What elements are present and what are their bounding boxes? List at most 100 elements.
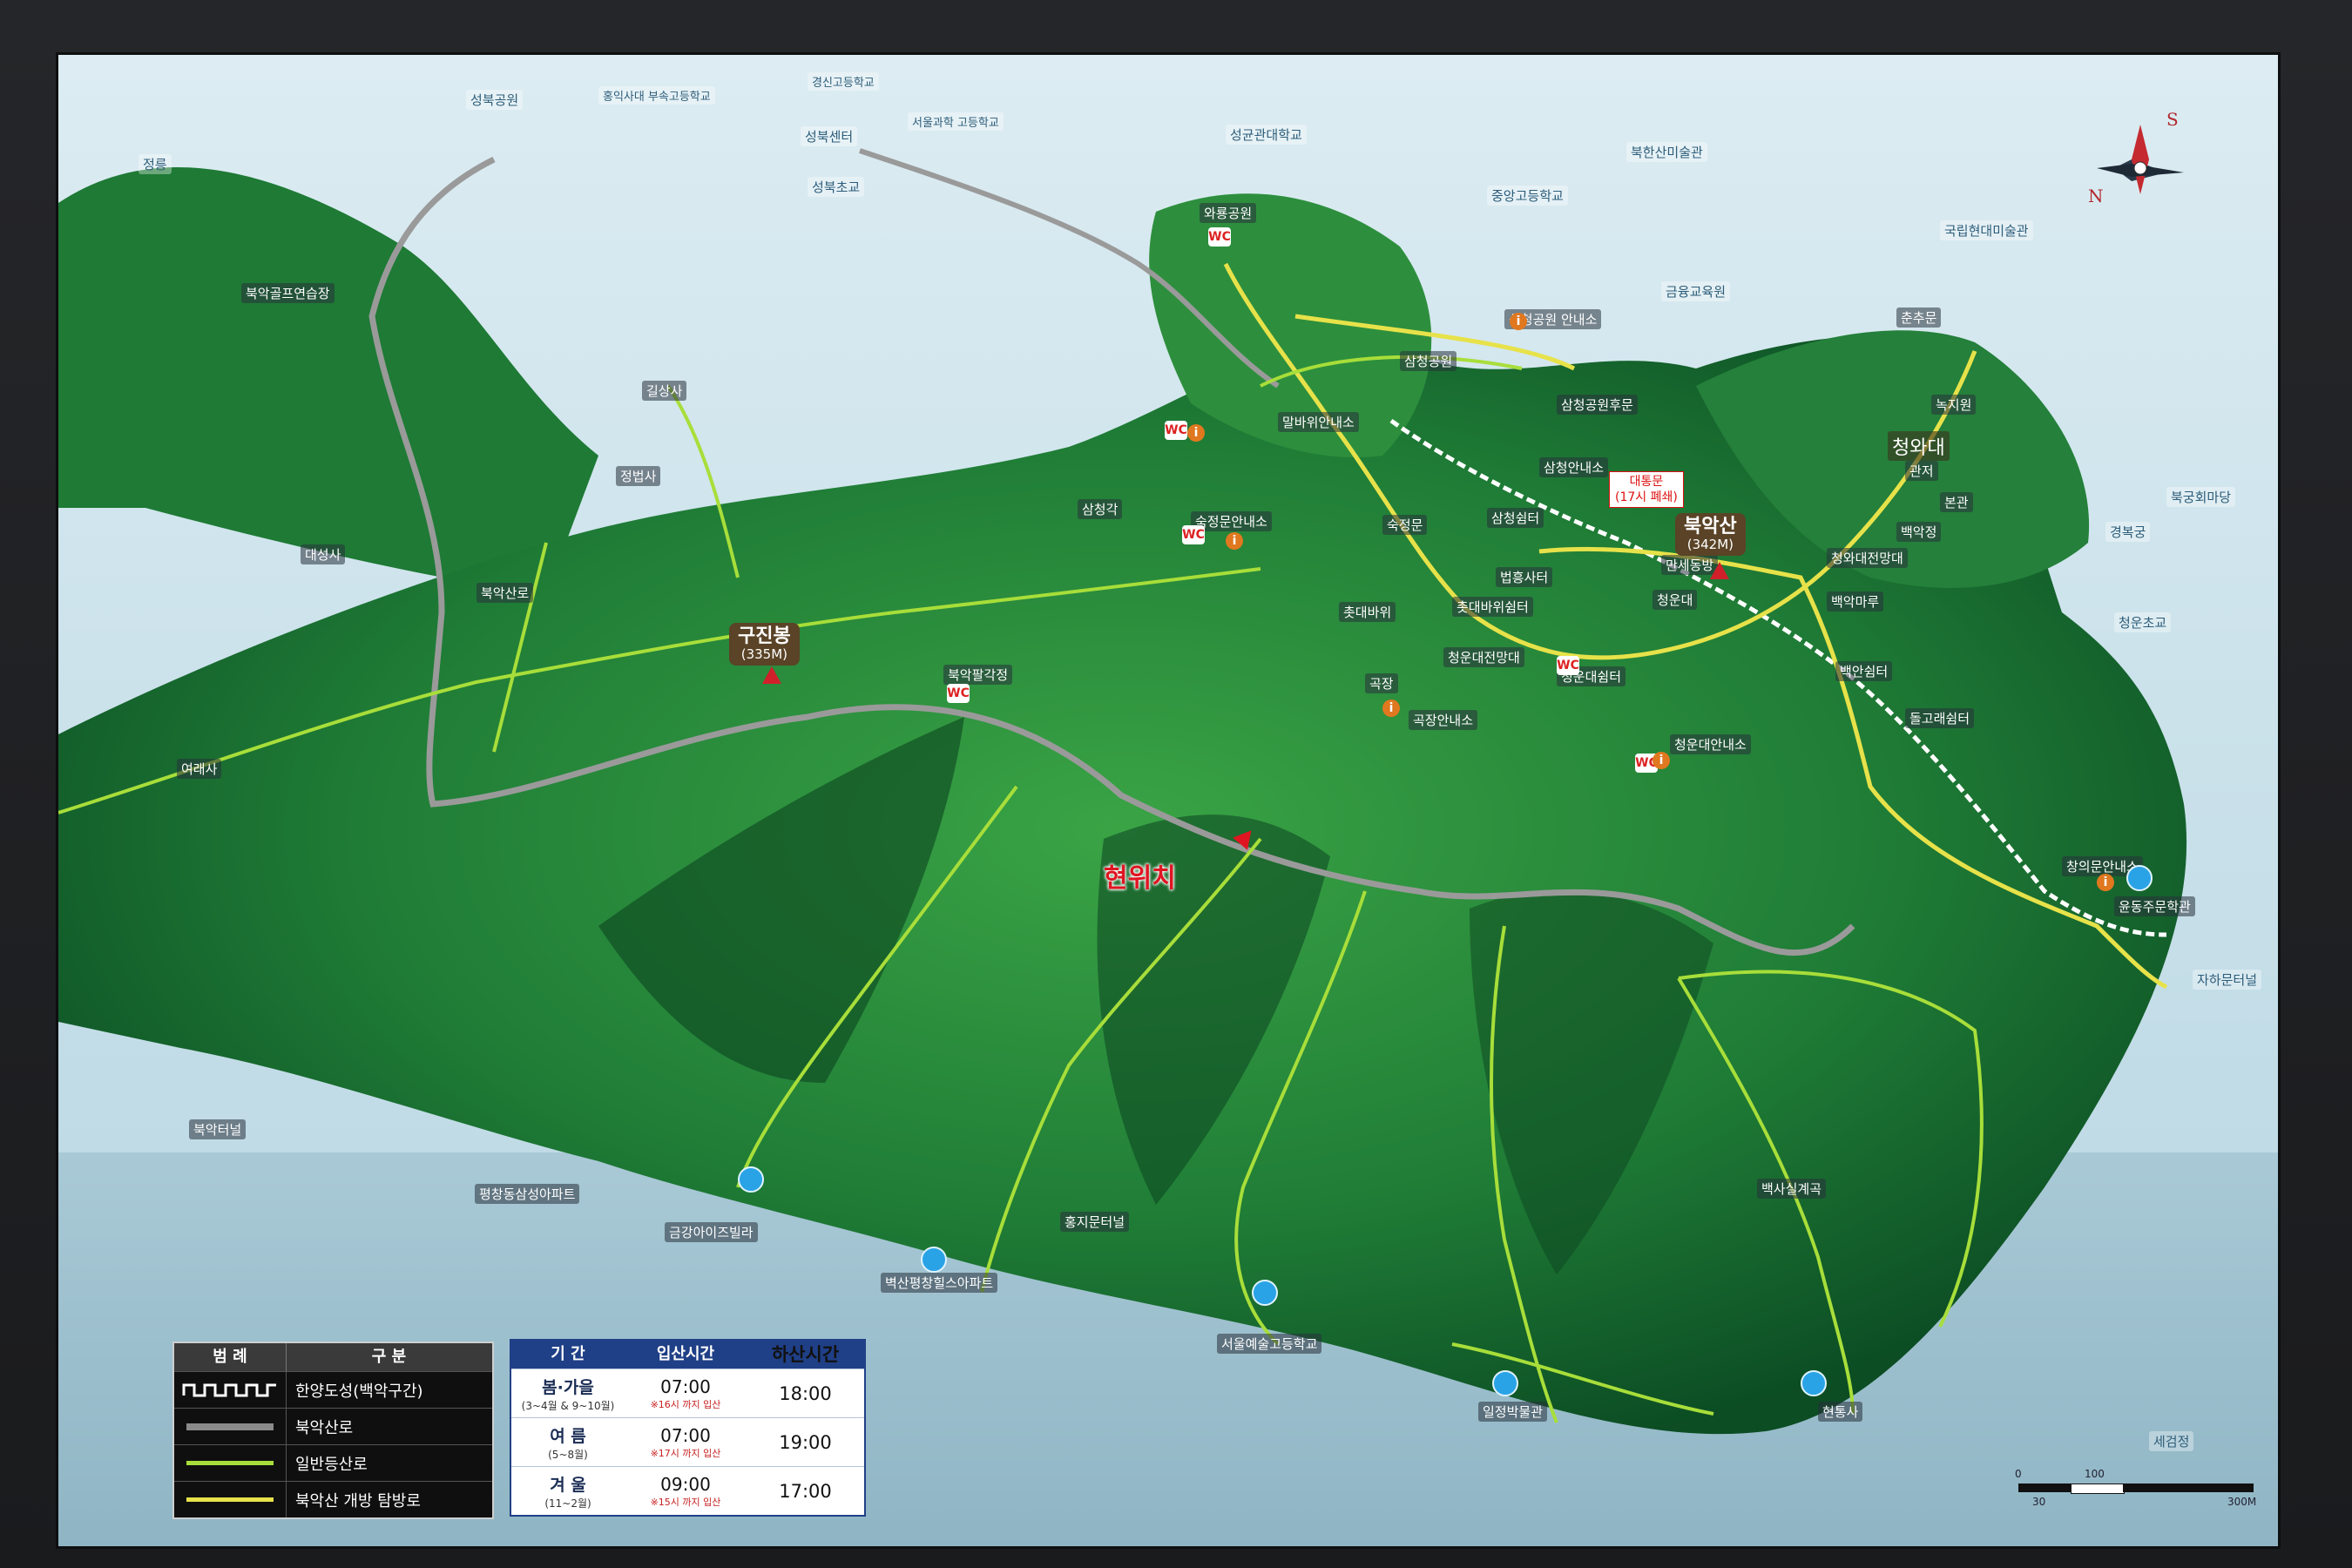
season-name: 여 름 xyxy=(550,1426,586,1446)
label-bukaksanro: 북악산로 xyxy=(476,583,534,603)
label-gyeongsin: 경신고등학교 xyxy=(808,72,879,91)
label-samcheong-anne: 삼청안내소 xyxy=(1539,457,1609,477)
label-gwanjeo: 관저 xyxy=(1905,461,1938,481)
label-gakjeong-info: 곡장안내소 xyxy=(1409,710,1478,730)
restroom-icon: WC xyxy=(1182,525,1205,544)
hours-header: 기 간 입산시간 하산시간 xyxy=(511,1341,864,1369)
peak-gujinbong: 구진봉 (335M) xyxy=(729,623,800,666)
peak-bugaksan: 북악산 (342M) xyxy=(1675,513,1746,556)
label-gyeongbokgung-west: 북궁회마당 xyxy=(2166,487,2236,507)
hours-header-period: 기 간 xyxy=(551,1345,585,1363)
info-icon: i xyxy=(1382,700,1400,717)
label-sejong: 세검정 xyxy=(2149,1431,2194,1451)
closed-gate-name: 대통문 xyxy=(1629,475,1664,489)
legend-row-trail: 일반등산로 xyxy=(174,1444,492,1481)
legend-label-wall: 한양도성(백악구간) xyxy=(295,1382,423,1401)
info-icon: i xyxy=(2097,874,2114,891)
label-yeoraesa: 여래사 xyxy=(177,759,222,779)
entry-note: ※15시 까지 입산 xyxy=(650,1496,721,1508)
gate-byeoksan xyxy=(921,1247,947,1273)
label-samcheong-gate: 삼청공원후문 xyxy=(1557,395,1638,415)
restroom-icon: WC xyxy=(1165,421,1187,440)
label-hongji-tunnel: 홍지문터널 xyxy=(1060,1212,1130,1232)
label-baeksasil: 백사실계곡 xyxy=(1757,1179,1827,1199)
legend-row-wall: 한양도성(백악구간) xyxy=(174,1371,492,1408)
exit-time: 19:00 xyxy=(779,1431,832,1453)
legend-header: 범 례 구 분 xyxy=(174,1343,492,1371)
restroom-icon: WC xyxy=(947,684,970,703)
entry-time: 07:00 xyxy=(660,1375,711,1397)
label-seoul-arts-hs: 서울예술고등학교 xyxy=(1217,1334,1322,1354)
label-jeongdong-school: 청운초교 xyxy=(2114,612,2172,632)
gate-hyeonseosa xyxy=(1801,1370,1827,1396)
peak-bugaksan-marker xyxy=(1710,562,1729,579)
label-jeongbeopsa: 정법사 xyxy=(616,466,661,486)
label-sungkyun: 성균관대학교 xyxy=(1226,125,1307,145)
label-byeoksan-apt: 벽산평창힐스아파트 xyxy=(881,1273,998,1293)
hours-header-entry: 입산시간 xyxy=(656,1345,715,1363)
scale-seg-2 xyxy=(2071,1484,2125,1494)
label-waryong-park: 와룡공원 xyxy=(1200,203,1257,223)
label-pyeongchang-apt: 평창동삼성아파트 xyxy=(475,1184,580,1204)
label-seoul-sci: 서울과학 고등학교 xyxy=(908,112,1004,131)
label-sanghap: 녹지원 xyxy=(1931,395,1977,415)
info-icon: i xyxy=(1510,313,1527,330)
scale-seg-1 xyxy=(2018,1484,2071,1492)
label-chunchugwan: 춘추문 xyxy=(1896,308,1942,328)
label-bukak-golf: 북악골프연습장 xyxy=(241,283,335,303)
label-chotdaebawi: 촛대바위 xyxy=(1339,602,1396,622)
label-beopheung: 법흥사터 xyxy=(1496,567,1553,587)
season-name: 겨 울 xyxy=(550,1475,586,1495)
label-cheongun-view: 청운대전망대 xyxy=(1443,647,1524,667)
hours-table: 기 간 입산시간 하산시간 봄·가을 (3~4월 & 9~10월) 07:00 ※1… xyxy=(510,1339,866,1517)
label-yunssongju: 윤동주문학관 xyxy=(2114,896,2195,916)
hours-row-spring-fall: 봄·가을 (3~4월 & 9~10월) 07:00 ※16시 까지 입산 18:00 xyxy=(511,1369,864,1417)
label-samcheong-shelter: 삼청쉼터 xyxy=(1487,508,1544,528)
current-location-label: 현위치 xyxy=(1104,863,1176,894)
season-months: (3~4월 & 9~10월) xyxy=(521,1399,615,1412)
legend-label-open-trail: 북악산 개방 탐방로 xyxy=(295,1491,421,1511)
gate-museum xyxy=(1492,1370,1518,1396)
label-gukrip-museum: 국립현대미술관 xyxy=(1940,220,2033,240)
entry-note: ※17시 까지 입산 xyxy=(650,1447,721,1459)
label-samcheong-park: 삼청공원 xyxy=(1400,351,1457,371)
label-geumgang-villa: 금강아이즈빌라 xyxy=(665,1222,758,1242)
legend-header-type: 구 분 xyxy=(371,1348,407,1366)
label-cheongun-info: 청운대안내소 xyxy=(1670,734,1751,754)
entry-time: 07:00 xyxy=(660,1424,711,1446)
label-dolgore-shelter: 돌고래쉼터 xyxy=(1905,708,1975,728)
scale-label-100: 100 xyxy=(2085,1468,2105,1480)
legend-header-symbol: 범 례 xyxy=(174,1343,287,1371)
road-line-icon xyxy=(174,1409,287,1444)
scale-label-300: 300M xyxy=(2227,1496,2257,1508)
label-sukjeongmun: 숙정문 xyxy=(1382,515,1428,535)
trail-line-icon xyxy=(174,1445,287,1481)
sign-frame: 성북공원 정릉 홍익사대 부속고등학교 경신고등학교 서울과학 고등학교 성북센… xyxy=(0,0,2352,1568)
label-baekak-jeong: 백악정 xyxy=(1896,522,1942,542)
label-cheongwadae-view: 청와대전망대 xyxy=(1827,548,1908,568)
peak-bugaksan-name: 북악산 xyxy=(1684,516,1737,537)
label-hanok: 금융교육원 xyxy=(1661,281,1731,301)
map-terrain xyxy=(58,55,2278,1546)
label-baekak-maru: 백악마루 xyxy=(1827,591,1884,612)
entry-note: ※16시 까지 입산 xyxy=(650,1398,721,1410)
legend-label-road: 북악산로 xyxy=(295,1418,354,1437)
gate-changuimun xyxy=(2126,865,2153,891)
closed-gate-sign: 대통문 (17시 폐쇄) xyxy=(1609,471,1684,509)
peak-gujinbong-name: 구진봉 xyxy=(738,625,791,647)
gate-arts-hs xyxy=(1252,1280,1278,1306)
closed-gate-note: (17시 폐쇄) xyxy=(1615,490,1678,505)
compass-north: N xyxy=(2088,186,2104,206)
restroom-icon: WC xyxy=(1208,227,1231,247)
legend-label-trail: 일반등산로 xyxy=(295,1455,368,1474)
compass-south: S xyxy=(2166,109,2179,130)
peak-bugaksan-elev: (342M) xyxy=(1686,537,1734,553)
label-bongwan: 본관 xyxy=(1940,492,1973,512)
info-icon: i xyxy=(1226,532,1243,550)
entry-time: 09:00 xyxy=(660,1473,711,1495)
trail-map: 성북공원 정릉 홍익사대 부속고등학교 경신고등학교 서울과학 고등학교 성북센… xyxy=(56,52,2281,1549)
info-icon: i xyxy=(1187,424,1205,442)
peak-gujinbong-elev: (335M) xyxy=(740,646,787,663)
label-seongbuk-park: 성북공원 xyxy=(466,90,524,110)
peak-gujinbong-marker xyxy=(762,666,781,684)
